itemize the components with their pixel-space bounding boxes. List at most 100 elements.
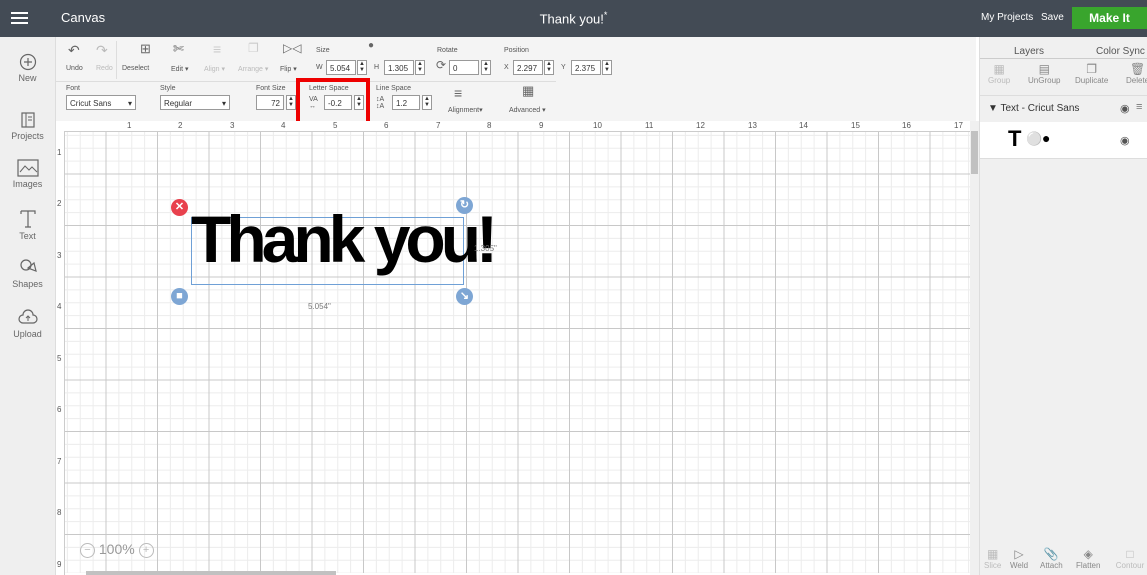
delete-handle-icon[interactable]: ✕ [171, 199, 188, 216]
align-menu[interactable]: Align ▾ [204, 65, 225, 73]
tab-layers[interactable]: Layers [1014, 46, 1044, 57]
width-field[interactable]: 5.054 [326, 60, 356, 75]
shapes-icon [19, 259, 37, 272]
font-select[interactable]: Cricut Sans ▾ [66, 95, 136, 110]
sidebar-item-new[interactable]: New [0, 53, 55, 83]
align-icon[interactable]: ≡ [213, 41, 221, 57]
cut-operation-icon[interactable]: ⚪ [1026, 131, 1042, 147]
zoom-level: 100% [98, 541, 135, 557]
design-canvas[interactable] [65, 132, 970, 573]
image-icon [16, 159, 39, 177]
layer-group-label: ▼ Text - Cricut Sans [988, 103, 1080, 114]
font-size-label: Font Size [256, 85, 286, 92]
rotate-stepper[interactable]: ▲ ▼ [481, 60, 491, 75]
layer-item-row[interactable]: T ⚪ ● ◉ [980, 122, 1147, 159]
horizontal-scroll-thumb[interactable] [86, 571, 336, 575]
flatten-icon: ◈ [1083, 547, 1093, 561]
top-ruler: 1 2 3 4 5 6 7 8 9 10 11 12 13 14 15 16 1… [56, 121, 970, 132]
layer-eye-icon[interactable]: ◉ [1120, 134, 1130, 147]
sidebar-item-images[interactable]: Images [0, 159, 55, 189]
zoom-in-icon[interactable]: + [138, 542, 154, 558]
height-dimension: 1.305" [474, 244, 497, 253]
resize-handle-icon[interactable]: ↘ [456, 288, 473, 305]
advanced-icon[interactable]: ▦ [522, 83, 534, 99]
plus-circle-icon [19, 53, 36, 71]
divider [116, 41, 117, 79]
height-field[interactable]: 1.305 [384, 60, 414, 75]
position-label: Position [504, 47, 529, 54]
eye-icon[interactable]: ◉ [1120, 102, 1130, 115]
sidebar-item-shapes[interactable]: Shapes [0, 257, 55, 289]
width-stepper[interactable]: ▲ ▼ [357, 60, 367, 75]
flip-icon[interactable]: ▷◁ [283, 41, 301, 55]
ungroup-icon: ▤ [1038, 62, 1050, 76]
lock-handle-icon[interactable]: ■ [171, 288, 188, 305]
rotate-icon: ⟳ [436, 58, 447, 72]
deselect-icon[interactable]: ⊞ [140, 41, 151, 57]
attach-button[interactable]: 📎 Attach [1040, 547, 1063, 570]
trash-icon: 🗑 [1129, 62, 1146, 76]
left-sidebar: New Projects Images Text Shapes Upload [0, 37, 56, 575]
slice-icon: ▦ [987, 547, 999, 561]
style-select[interactable]: Regular ▾ [160, 95, 230, 110]
edit-menu[interactable]: Edit ▾ [171, 65, 189, 73]
x-position-field[interactable]: 2.297 [513, 60, 543, 75]
line-space-stepper[interactable]: ▲ ▼ [422, 95, 432, 110]
canvas-text-object[interactable]: Thank you! [191, 206, 498, 272]
sidebar-item-text[interactable]: Text [0, 209, 55, 241]
layer-group-row[interactable]: ▼ Text - Cricut Sans ◉ ≡ [980, 95, 1147, 123]
font-size-stepper[interactable]: ▲ ▼ [286, 95, 296, 110]
contour-button[interactable]: □ Contour [1112, 547, 1147, 570]
weld-button[interactable]: ▷ Weld [1010, 547, 1028, 570]
arrange-icon[interactable]: ❐ [248, 41, 259, 55]
y-stepper[interactable]: ▲ ▼ [602, 60, 612, 75]
duplicate-button[interactable]: ❐ Duplicate [1075, 62, 1108, 85]
deselect-button[interactable]: Deselect [122, 65, 149, 72]
redo-label[interactable]: Redo [96, 65, 113, 72]
my-projects-link[interactable]: My Projects [981, 12, 1033, 23]
vertical-scrollbar[interactable] [970, 121, 979, 575]
ungroup-button[interactable]: ▤ UnGroup [1028, 62, 1060, 85]
color-swatch-icon[interactable]: ● [1042, 130, 1050, 146]
sidebar-item-projects[interactable]: Projects [0, 111, 55, 141]
font-size-field[interactable]: 72 [256, 95, 284, 110]
redo-icon[interactable]: ↷ [96, 42, 108, 59]
save-button[interactable]: Save [1041, 12, 1064, 23]
y-position-field[interactable]: 2.375 [571, 60, 601, 75]
flatten-button[interactable]: ◈ Flatten [1076, 547, 1100, 570]
tab-color-sync[interactable]: Color Sync [1096, 46, 1145, 57]
lock-icon[interactable]: ● [368, 40, 374, 51]
alignment-menu[interactable]: Alignment▾ [448, 106, 483, 114]
rotate-handle-icon[interactable]: ↻ [456, 197, 473, 214]
undo-label[interactable]: Undo [66, 65, 83, 72]
rotate-label: Rotate [437, 47, 458, 54]
advanced-menu[interactable]: Advanced ▾ [509, 106, 546, 114]
upload-cloud-icon [17, 309, 38, 324]
sidebar-item-upload[interactable]: Upload [0, 309, 55, 339]
vertical-scroll-thumb[interactable] [971, 131, 978, 174]
zoom-out-icon[interactable]: − [80, 542, 95, 558]
size-label: Size [316, 47, 330, 54]
duplicate-icon: ❐ [1086, 62, 1098, 76]
flip-menu[interactable]: Flip ▾ [280, 65, 297, 73]
delete-button[interactable]: 🗑 Delete [1126, 62, 1147, 85]
slice-button[interactable]: ▦ Slice [984, 547, 1001, 570]
alignment-icon[interactable]: ≡ [454, 85, 462, 101]
scissors-icon[interactable]: ✄ [173, 41, 184, 57]
group-button[interactable]: ▦ Group [988, 62, 1010, 85]
x-stepper[interactable]: ▲ ▼ [544, 60, 554, 75]
text-layer-icon: T [1008, 126, 1022, 151]
group-icon: ▦ [993, 62, 1005, 76]
height-stepper[interactable]: ▲ ▼ [415, 60, 425, 75]
line-space-field[interactable]: 1.2 [392, 95, 420, 110]
weld-icon: ▷ [1014, 547, 1024, 561]
menu-lines-icon[interactable]: ≡ [1136, 101, 1142, 113]
font-label: Font [66, 85, 81, 92]
tab-divider [980, 58, 1147, 59]
rotate-field[interactable]: 0 [449, 60, 479, 75]
make-it-button[interactable]: Make It [1072, 7, 1147, 29]
edit-toolbar: ↶ Undo ↷ Redo ⊞ Deselect ✄ Edit ▾ ≡ Alig… [56, 37, 976, 122]
arrange-menu[interactable]: Arrange ▾ [238, 65, 268, 73]
undo-icon[interactable]: ↶ [68, 42, 80, 59]
contour-icon: □ [1126, 547, 1134, 561]
